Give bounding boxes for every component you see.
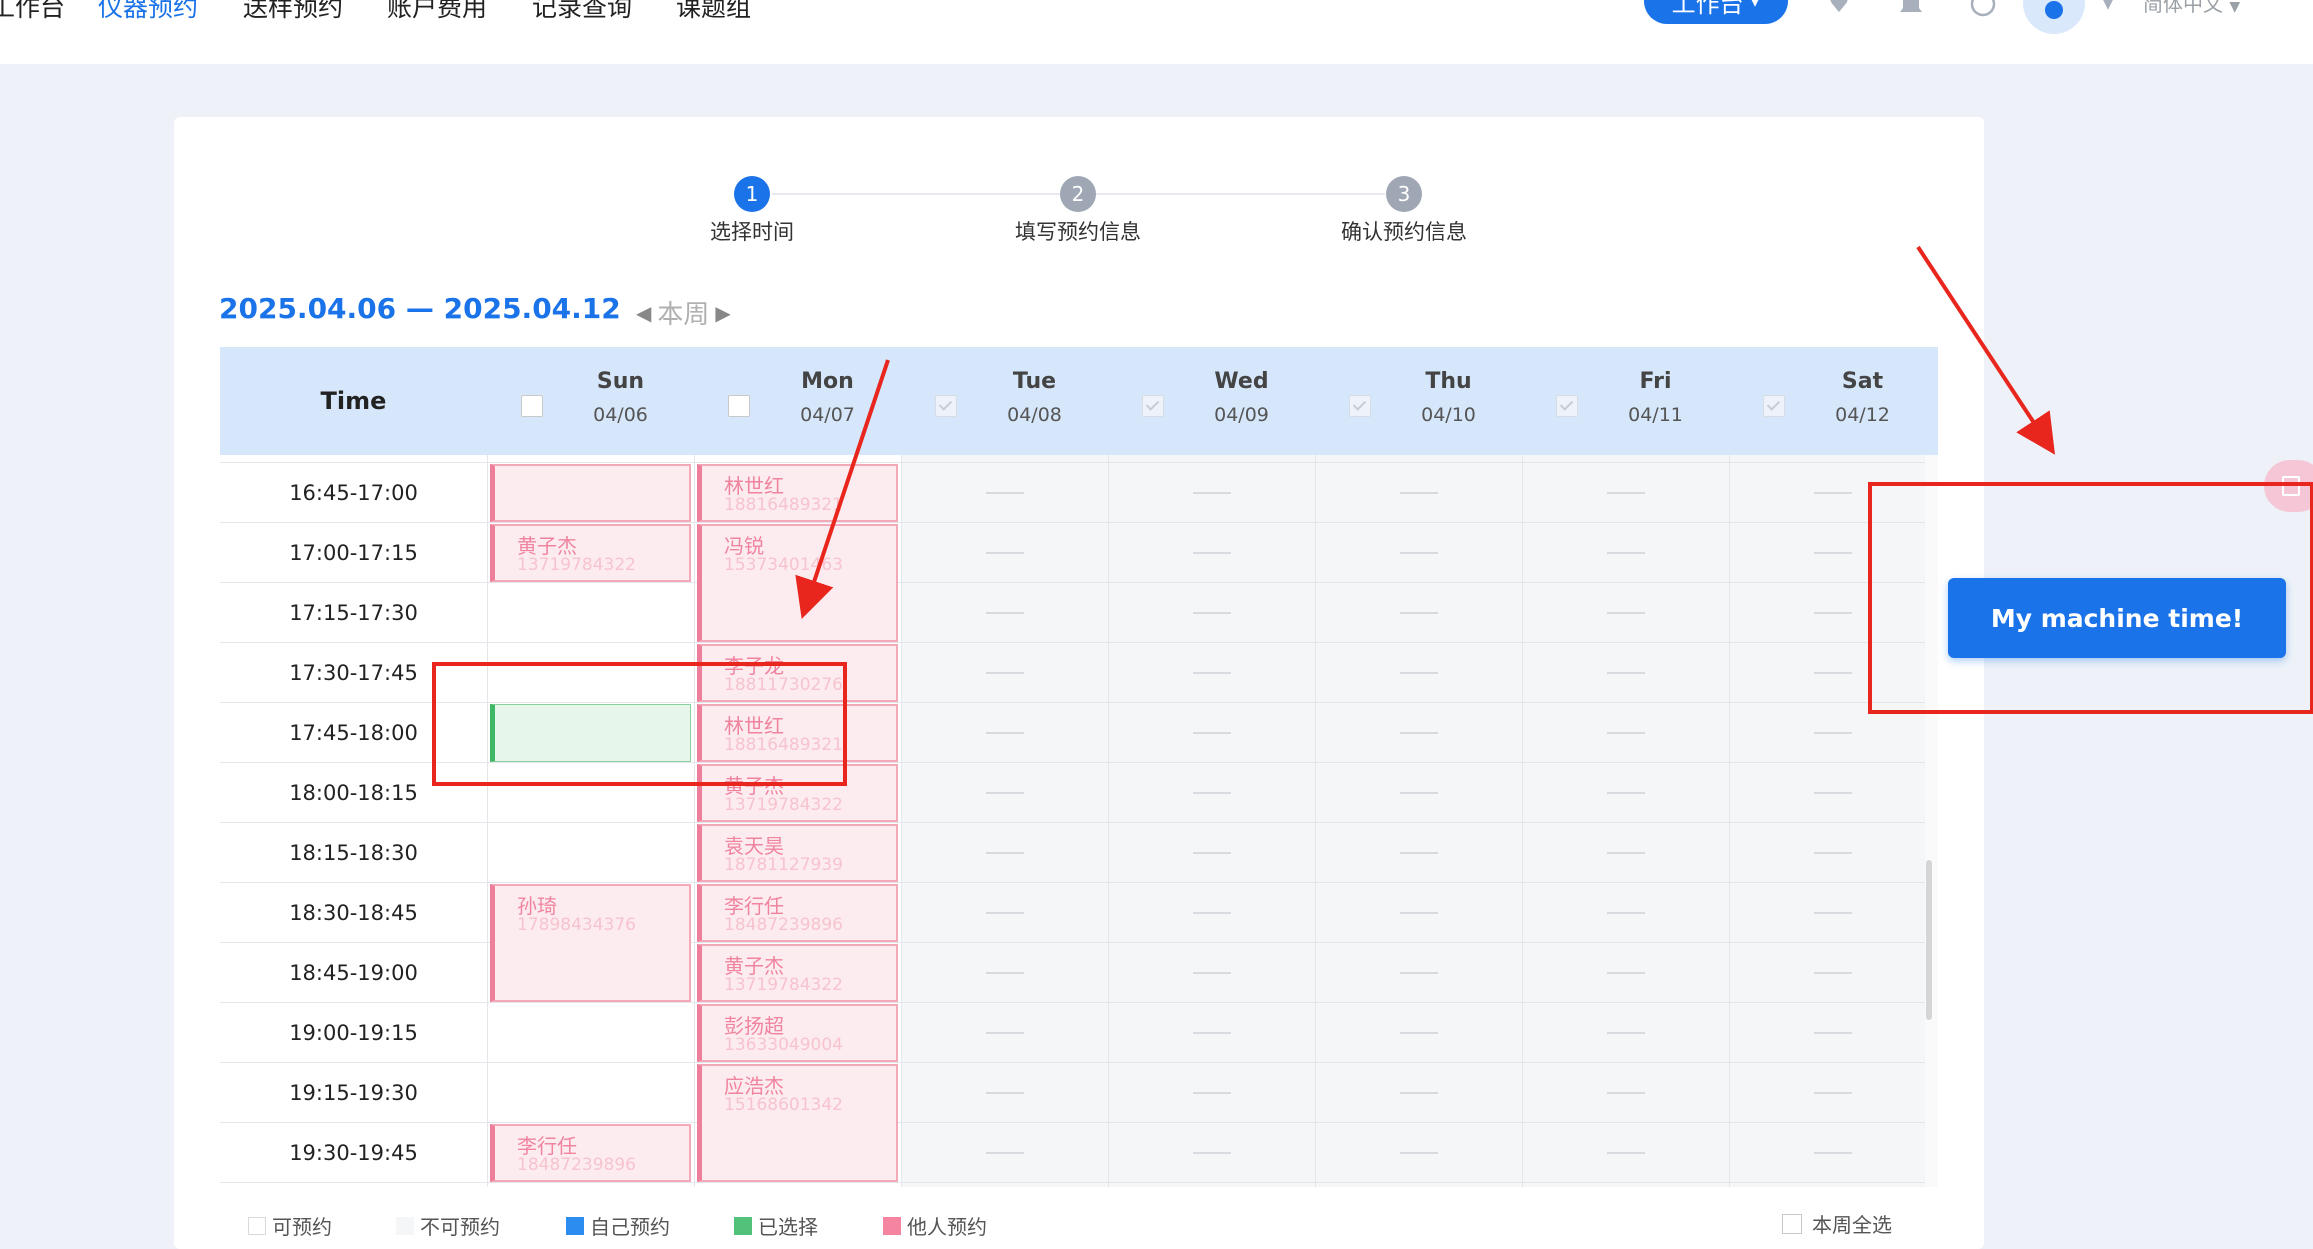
annotation-arrow-left xyxy=(795,359,890,619)
annotation-arrows xyxy=(795,245,2056,619)
annotation-arrow-right xyxy=(1916,245,2056,455)
